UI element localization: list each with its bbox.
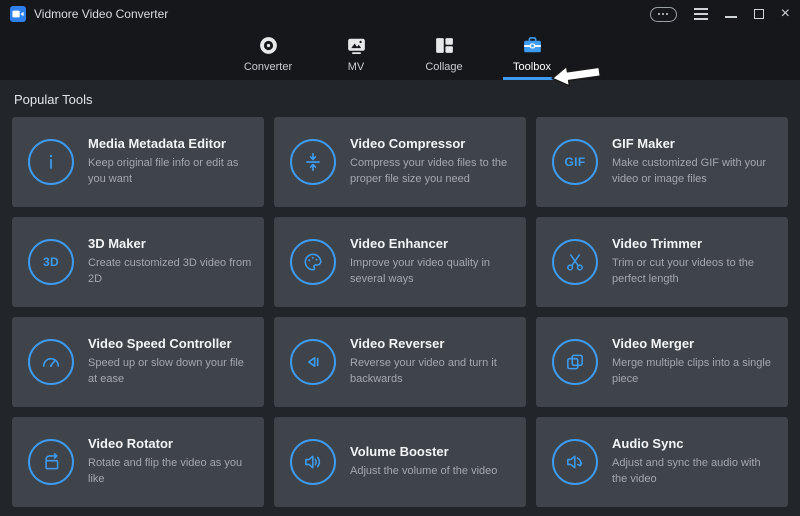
tool-title: Video Rotator — [88, 436, 252, 451]
tool-desc: Adjust the volume of the video — [350, 464, 497, 480]
tool-card-video-speed-controller[interactable]: Video Speed Controller Speed up or slow … — [12, 317, 264, 407]
tool-card-audio-sync[interactable]: Audio Sync Adjust and sync the audio wit… — [536, 417, 788, 507]
mv-tv-icon — [345, 33, 368, 58]
toolbox-briefcase-icon — [521, 33, 544, 58]
toolbox-content: Popular Tools Media Metadata Editor Keep… — [0, 80, 800, 507]
tool-desc: Create customized 3D video from 2D — [88, 256, 252, 288]
rotate-icon — [28, 439, 74, 485]
tool-desc: Make customized GIF with your video or i… — [612, 156, 776, 188]
tab-converter[interactable]: Converter — [233, 28, 303, 80]
tool-desc: Merge multiple clips into a single piece — [612, 356, 776, 388]
tool-title: Video Trimmer — [612, 236, 776, 251]
tool-desc: Speed up or slow down your file at ease — [88, 356, 252, 388]
volume-icon — [290, 439, 336, 485]
tab-mv[interactable]: MV — [321, 28, 391, 80]
section-title: Popular Tools — [12, 88, 788, 117]
tool-card-video-merger[interactable]: Video Merger Merge multiple clips into a… — [536, 317, 788, 407]
audio-sync-icon — [552, 439, 598, 485]
tool-title: Video Merger — [612, 336, 776, 351]
tool-desc: Rotate and flip the video as you like — [88, 456, 252, 488]
tab-label: Converter — [244, 61, 292, 73]
tool-card-volume-booster[interactable]: Volume Booster Adjust the volume of the … — [274, 417, 526, 507]
tab-label: MV — [348, 61, 365, 73]
tool-title: Video Compressor — [350, 136, 514, 151]
tool-card-video-rotator[interactable]: Video Rotator Rotate and flip the video … — [12, 417, 264, 507]
app-logo-icon — [10, 6, 26, 22]
tool-title: Audio Sync — [612, 436, 776, 451]
minimize-icon[interactable] — [725, 10, 737, 18]
tool-card-video-enhancer[interactable]: Video Enhancer Improve your video qualit… — [274, 217, 526, 307]
tool-card-video-trimmer[interactable]: Video Trimmer Trim or cut your videos to… — [536, 217, 788, 307]
tool-card-video-compressor[interactable]: Video Compressor Compress your video fil… — [274, 117, 526, 207]
palette-icon — [290, 239, 336, 285]
menu-icon[interactable] — [694, 8, 708, 20]
maximize-icon[interactable] — [754, 9, 764, 19]
tool-card-video-reverser[interactable]: Video Reverser Reverse your video and tu… — [274, 317, 526, 407]
tab-label: Toolbox — [513, 61, 551, 73]
scissors-icon — [552, 239, 598, 285]
tool-desc: Trim or cut your videos to the perfect l… — [612, 256, 776, 288]
tab-label: Collage — [425, 61, 462, 73]
main-nav: Converter MV Collage — [0, 28, 800, 80]
tab-collage[interactable]: Collage — [409, 28, 479, 80]
close-icon[interactable]: × — [781, 6, 790, 22]
titlebar: Vidmore Video Converter × — [0, 0, 800, 28]
tool-desc: Keep original file info or edit as you w… — [88, 156, 252, 188]
reverse-icon — [290, 339, 336, 385]
3d-icon-text: 3D — [43, 255, 59, 269]
tool-title: GIF Maker — [612, 136, 776, 151]
info-icon — [28, 139, 74, 185]
tool-title: Video Reverser — [350, 336, 514, 351]
collage-grid-icon — [433, 33, 456, 58]
tool-title: Video Speed Controller — [88, 336, 252, 351]
tool-title: Video Enhancer — [350, 236, 514, 251]
tools-grid: Media Metadata Editor Keep original file… — [12, 117, 788, 507]
nav-tabs: Converter MV Collage — [233, 28, 567, 80]
tool-desc: Compress your video files to the proper … — [350, 156, 514, 188]
speedometer-icon — [28, 339, 74, 385]
3d-icon: 3D — [28, 239, 74, 285]
tool-card-media-metadata-editor[interactable]: Media Metadata Editor Keep original file… — [12, 117, 264, 207]
tool-title: Media Metadata Editor — [88, 136, 252, 151]
tool-desc: Reverse your video and turn it backwards — [350, 356, 514, 388]
gif-icon-text: GIF — [565, 155, 586, 169]
gif-icon: GIF — [552, 139, 598, 185]
app-title: Vidmore Video Converter — [34, 7, 650, 21]
tool-card-gif-maker[interactable]: GIF GIF Maker Make customized GIF with y… — [536, 117, 788, 207]
tool-card-3d-maker[interactable]: 3D 3D Maker Create customized 3D video f… — [12, 217, 264, 307]
merge-icon — [552, 339, 598, 385]
tool-title: 3D Maker — [88, 236, 252, 251]
converter-disc-icon — [257, 33, 280, 58]
tool-desc: Improve your video quality in several wa… — [350, 256, 514, 288]
more-options-icon[interactable] — [650, 7, 677, 22]
window-controls: × — [650, 6, 790, 22]
tool-desc: Adjust and sync the audio with the video — [612, 456, 776, 488]
compress-icon — [290, 139, 336, 185]
tool-title: Volume Booster — [350, 444, 497, 459]
